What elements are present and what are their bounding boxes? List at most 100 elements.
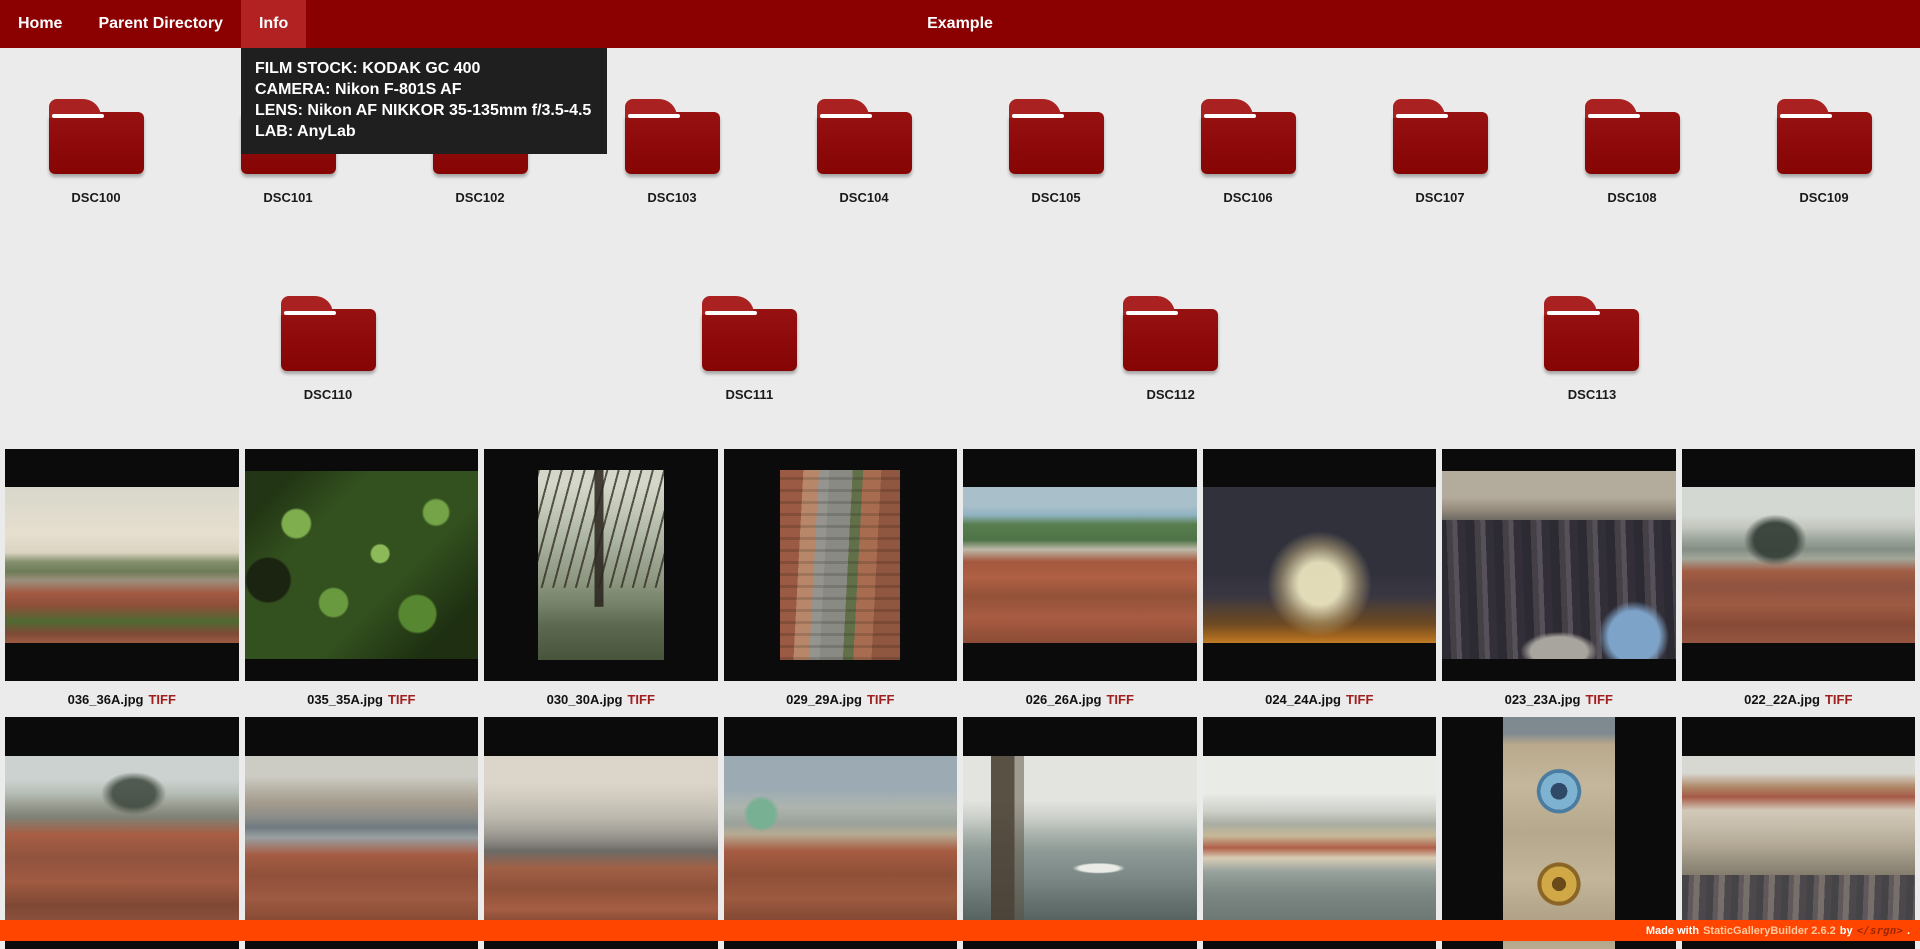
folder-item-dsc108[interactable]: DSC108 [1552,99,1712,205]
thumbnail-photo-foliage [245,471,479,659]
gallery-item: 036_36A.jpg TIFF [5,449,239,717]
folder-item-dsc103[interactable]: DSC103 [592,99,752,205]
thumbnail-filename: 022_22A.jpg [1744,692,1820,707]
folder-icon [625,99,720,174]
gallery-item: 026_26A.jpg TIFF [963,449,1197,717]
folder-icon [1544,296,1639,371]
folder-item-dsc104[interactable]: DSC104 [784,99,944,205]
thumbnail-photo-night-church [1203,487,1437,643]
tooltip-line-lens: LENS: Nikon AF NIKKOR 35-135mm f/3.5-4.5 [255,100,591,121]
folder-icon [1009,99,1104,174]
folder-item-dsc112[interactable]: DSC112 [1091,296,1251,402]
thumbnail-caption: 024_24A.jpg TIFF [1203,681,1437,717]
thumbnail-photo-hazy-panorama [484,756,718,926]
thumbnail-filename: 029_29A.jpg [786,692,862,707]
folder-label: DSC104 [839,190,888,205]
folder-item-dsc105[interactable]: DSC105 [976,99,1136,205]
thumbnail-link[interactable] [5,717,239,949]
thumbnail-photo-rooftops-spires [5,756,239,926]
folder-label: DSC101 [263,190,312,205]
folder-item-dsc110[interactable]: DSC110 [248,296,408,402]
folder-label: DSC102 [455,190,504,205]
thumbnail-link[interactable] [1682,717,1916,949]
folder-item-dsc106[interactable]: DSC106 [1168,99,1328,205]
tiff-link[interactable]: TIFF [148,692,175,707]
thumbnail-caption: 022_22A.jpg TIFF [1682,681,1916,717]
tooltip-line-film-stock: FILM STOCK: KODAK GC 400 [255,58,591,79]
thumbnail-link[interactable] [1442,449,1676,681]
footer-brand-link[interactable]: StaticGalleryBuilder 2.6.2 [1703,925,1836,937]
folder-label: DSC108 [1607,190,1656,205]
gallery-item [724,717,958,949]
nav-item-home[interactable]: Home [0,0,80,48]
tooltip-line-camera: CAMERA: Nikon F-801S AF [255,79,591,100]
thumbnail-photo-tree-over-city [538,470,664,660]
thumbnail-link[interactable] [724,449,958,681]
footer-bar: Made with StaticGalleryBuilder 2.6.2 by … [0,920,1920,941]
folder-label: DSC105 [1031,190,1080,205]
thumbnail-link[interactable] [963,449,1197,681]
thumbnail-link[interactable] [484,449,718,681]
folder-item-dsc111[interactable]: DSC111 [669,296,829,402]
nav-item-parent-directory[interactable]: Parent Directory [80,0,241,48]
thumbnail-photo-castle-panorama [1682,487,1916,643]
thumbnail-filename: 023_23A.jpg [1505,692,1581,707]
navbar: Home Parent Directory Info FILM STOCK: K… [0,0,1920,48]
tiff-link[interactable]: TIFF [388,692,415,707]
folder-item-dsc109[interactable]: DSC109 [1744,99,1904,205]
thumbnail-link[interactable] [1203,449,1437,681]
tiff-link[interactable]: TIFF [1825,692,1852,707]
gallery-item: 029_29A.jpg TIFF [724,449,958,717]
folder-icon [1585,99,1680,174]
footer-period: . [1907,925,1910,937]
thumbnail-link[interactable] [1442,717,1676,949]
tiff-link[interactable]: TIFF [1346,692,1373,707]
folder-item-dsc100[interactable]: DSC100 [16,99,176,205]
folder-label: DSC109 [1799,190,1848,205]
tiff-link[interactable]: TIFF [1106,692,1133,707]
thumbnail-link[interactable] [724,717,958,949]
tiff-link[interactable]: TIFF [1585,692,1612,707]
footer-by-text: by [1840,925,1853,937]
gallery-item [5,717,239,949]
folder-item-dsc113[interactable]: DSC113 [1512,296,1672,402]
thumbnail-filename: 036_36A.jpg [68,692,144,707]
folder-label: DSC113 [1568,387,1616,402]
thumbnail-link[interactable] [245,717,479,949]
nav-item-example[interactable]: Example [927,15,993,32]
folder-item-dsc107[interactable]: DSC107 [1360,99,1520,205]
thumbnail-photo-crowd [1442,471,1676,659]
thumbnail-link[interactable] [1203,717,1437,949]
folder-icon [817,99,912,174]
footer-logo-link[interactable]: </srgn> [1857,924,1903,937]
folder-icon [1777,99,1872,174]
tiff-link[interactable]: TIFF [627,692,654,707]
folder-label: DSC100 [71,190,120,205]
gallery-item [1442,717,1676,949]
thumbnail-link[interactable] [963,717,1197,949]
thumbnail-link[interactable] [1682,449,1916,681]
folder-icon [1393,99,1488,174]
nav-item-info[interactable]: Info FILM STOCK: KODAK GC 400 CAMERA: Ni… [241,0,306,48]
folder-row-2: DSC110 DSC111 DSC112 DSC113 [0,296,1920,402]
folder-label: DSC110 [304,387,352,402]
folder-label: DSC107 [1415,190,1464,205]
thumbnail-filename: 026_26A.jpg [1026,692,1102,707]
thumbnail-photo-street-scene [1682,756,1916,926]
thumbnail-link[interactable] [245,449,479,681]
thumbnail-filename: 024_24A.jpg [1265,692,1341,707]
info-tooltip: FILM STOCK: KODAK GC 400 CAMERA: Nikon F… [241,48,607,154]
thumbnail-caption: 030_30A.jpg TIFF [484,681,718,717]
thumbnail-link[interactable] [484,717,718,949]
thumbnail-photo-city-panorama [5,487,239,643]
gallery-item: 023_23A.jpg TIFF [1442,449,1676,717]
folder-icon [1123,296,1218,371]
tiff-link[interactable]: TIFF [867,692,894,707]
thumbnail-photo-rooftops-river [245,756,479,926]
thumbnail-caption: 035_35A.jpg TIFF [245,681,479,717]
folder-label: DSC112 [1146,387,1194,402]
thumbnail-link[interactable] [5,449,239,681]
thumbnail-photo-aerial-street [780,470,900,660]
thumbnail-photo-rooftops-hill [963,487,1197,643]
thumbnail-photo-astronomical-clock [1503,717,1615,949]
